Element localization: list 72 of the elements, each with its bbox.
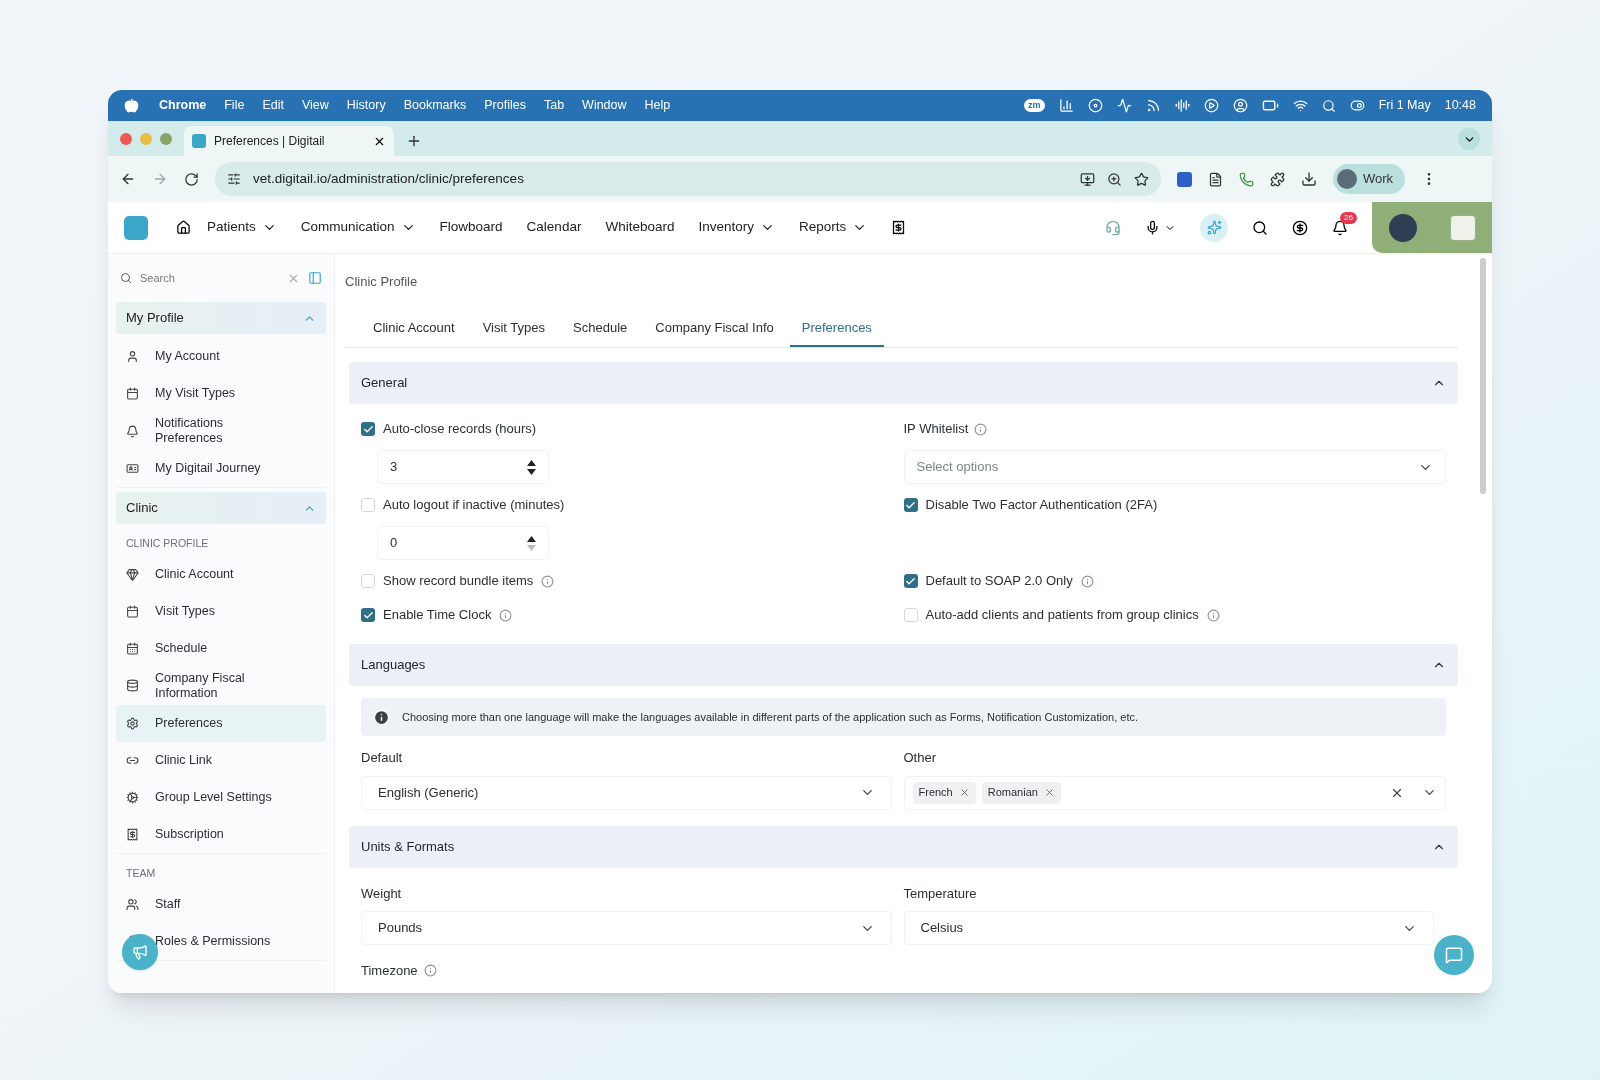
notification-badge: 26	[1340, 211, 1357, 224]
sidebar-item[interactable]: Clinic Link	[116, 741, 326, 779]
menu-item[interactable]: Help	[644, 96, 671, 115]
nav-item[interactable]: Inventory	[698, 217, 775, 238]
tab[interactable]: Schedule	[561, 317, 640, 347]
sidebar-item[interactable]: My Account	[116, 338, 326, 375]
checkbox-label: Auto logout if inactive (minutes)	[383, 496, 565, 515]
sidebar-item[interactable]: Clinic Account	[116, 555, 326, 593]
section-header[interactable]: General	[349, 362, 1458, 404]
field-label: IP Whitelist	[903, 420, 969, 439]
select-field[interactable]: Select options	[903, 450, 1446, 484]
sidebar-item[interactable]: Notifications Preferences	[116, 412, 326, 450]
sidebar-section-header[interactable]: Clinic	[116, 492, 326, 524]
sidebar-group-heading: TEAM	[125, 865, 157, 881]
select-field[interactable]: Pounds	[361, 911, 892, 945]
menu-date: Fri 1 May	[1378, 97, 1431, 115]
tab[interactable]: Company Fiscal Info	[643, 317, 786, 347]
nav-item[interactable]: Reports	[799, 217, 868, 238]
number-field[interactable]: 3	[377, 450, 549, 484]
zoom-status-icon[interactable]: zm	[1024, 98, 1045, 113]
menu-item[interactable]: Window	[582, 96, 627, 115]
section-header[interactable]: Languages	[349, 644, 1458, 686]
sidebar-item[interactable]: Preferences	[116, 704, 326, 742]
tab[interactable]: Visit Types	[470, 317, 558, 347]
sidebar-item[interactable]: Subscription	[116, 815, 326, 853]
select-field[interactable]: Celsius	[903, 911, 1434, 945]
nav-item[interactable]: Patients	[207, 217, 277, 238]
sidebar-item[interactable]: Visit Types	[116, 592, 326, 630]
menu-item[interactable]: Bookmarks	[403, 96, 467, 115]
tab[interactable]: Preferences	[789, 317, 884, 347]
sidebar-item[interactable]: Company Fiscal Information	[116, 666, 326, 705]
select-field[interactable]: English (Generic)	[361, 775, 892, 810]
nav-item[interactable]: Calendar	[526, 217, 582, 238]
tab[interactable]: Clinic Account	[361, 317, 467, 347]
sidebar-item[interactable]: My Digitail Journey	[116, 450, 326, 487]
breadcrumb: Clinic Profile	[345, 273, 419, 291]
checkbox-label: Default to SOAP 2.0 Only	[925, 572, 1073, 591]
menu-time: 10:48	[1444, 97, 1476, 115]
checkbox-label: Disable Two Factor Authentication (2FA)	[925, 496, 1158, 515]
sidebar-item[interactable]: Schedule	[116, 629, 326, 667]
sidebar-item[interactable]: My Visit Types	[116, 375, 326, 412]
sidebar-section-header[interactable]: My Profile	[116, 302, 326, 334]
nav-item[interactable]: Whiteboard	[605, 217, 675, 238]
section-header[interactable]: Units & Formats	[349, 825, 1458, 868]
info-text: Choosing more than one language will make the languages available in different parts of the application such as Forms, Notification Customization, etc.	[402, 709, 1138, 725]
menu-item[interactable]: History	[346, 96, 386, 115]
field-label: Other	[903, 749, 937, 767]
address-field[interactable]: vet.digitail.io/administration/clinic/preferences	[215, 162, 1161, 196]
sidebar-item[interactable]: Group Level Settings	[116, 778, 326, 816]
field-label: Default	[361, 749, 404, 767]
sidebar-group-heading: CLINIC PROFILE	[125, 536, 210, 551]
menu-item[interactable]: Profiles	[484, 96, 526, 115]
field-label: Weight	[361, 884, 403, 903]
sidebar-item[interactable]: Staff	[116, 885, 326, 923]
search-field[interactable]: Search	[140, 269, 279, 287]
profile-button[interactable]: Work	[1333, 164, 1406, 194]
multi-select-field[interactable]: French Romanian	[903, 775, 1446, 810]
nav-item[interactable]: Communication	[300, 217, 416, 238]
nav-item[interactable]: Flowboard	[439, 217, 503, 238]
checkbox-label: Show record bundle items	[383, 572, 534, 591]
menu-item[interactable]: File	[224, 96, 245, 115]
checkbox-label: Auto-close records (hours)	[383, 420, 537, 439]
number-field[interactable]: 0	[377, 526, 549, 560]
menu-item[interactable]: Edit	[262, 96, 284, 115]
browser-tab[interactable]: Preferences | Digitail	[184, 126, 394, 156]
menu-item[interactable]: Tab	[543, 96, 565, 115]
field-label: Timezone	[361, 962, 418, 980]
checkbox-label: Enable Time Clock	[383, 606, 492, 625]
menu-app-name[interactable]: Chrome	[159, 96, 207, 115]
checkbox-label: Auto-add clients and patients from group clinics	[925, 606, 1199, 625]
menu-item[interactable]: View	[301, 96, 329, 115]
field-label: Temperature	[903, 884, 978, 903]
